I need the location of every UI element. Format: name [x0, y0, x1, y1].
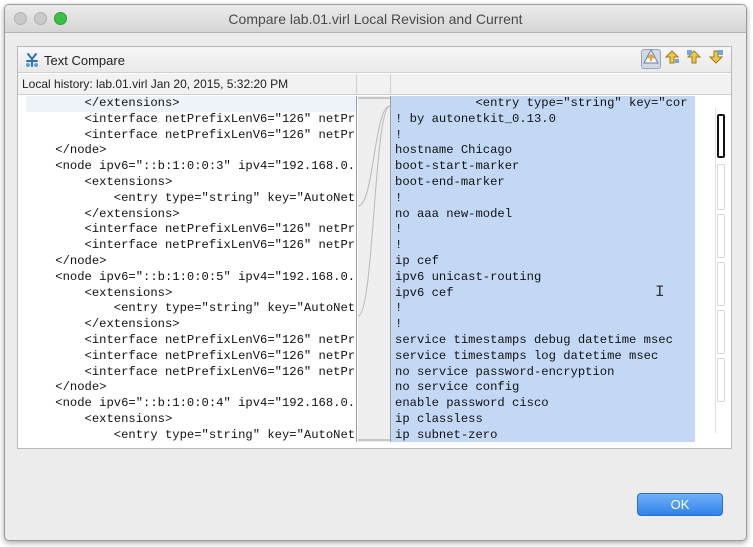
text-compare-icon [24, 52, 40, 68]
left-code-line: <interface netPrefixLenV6="126" netPr [26, 238, 356, 253]
right-code-line: no service config [391, 380, 695, 397]
overview-ruler-segment[interactable] [717, 164, 725, 210]
left-code-line: </node> [26, 143, 107, 158]
left-code-line: </node> [26, 380, 107, 395]
left-code-line: </extensions> [26, 317, 180, 332]
compare-window: Compare lab.01.virl Local Revision and C… [4, 4, 747, 541]
right-code-line: ! [391, 190, 695, 207]
text-cursor-icon: I [655, 283, 665, 301]
right-code-line: ! by autonetkit_0.13.0 [391, 111, 695, 128]
right-code-line: no aaa new-model [391, 206, 695, 223]
right-code-line: ! [391, 238, 695, 254]
right-code-lines: <entry type="string" key="cor! by autone… [391, 96, 695, 442]
previous-difference-button[interactable] [706, 49, 726, 69]
text-compare-panel: Text Compare Local history: lab.01.virl … [17, 46, 732, 449]
overview-ruler-segment[interactable] [717, 310, 725, 354]
left-code-line: <entry type="string" key="AutoNet [26, 427, 356, 442]
previous-difference-icon [708, 49, 724, 70]
right-code-line: service timestamps debug datetime msec [391, 332, 695, 349]
overview-ruler[interactable] [715, 108, 726, 433]
right-code-line: ! [391, 301, 695, 318]
left-code-line: <entry type="string" key="AutoNet [26, 190, 356, 205]
panel-title: Text Compare [44, 53, 125, 68]
overview-ruler-segment[interactable] [717, 214, 725, 258]
copy-current-change-icon [664, 49, 680, 70]
window-title: Compare lab.01.virl Local Revision and C… [228, 11, 523, 27]
history-info-row: Local history: lab.01.virl Jan 20, 2015,… [18, 74, 731, 95]
next-difference-icon [686, 49, 702, 70]
left-code-line: <interface netPrefixLenV6="126" netPr [26, 111, 356, 126]
left-code-line: <node ipv6="::b:1:0:0:4" ipv4="192.168.0… [26, 396, 356, 411]
right-code-line: ip subnet-zero [391, 427, 695, 442]
left-code-line: </extensions> [26, 206, 180, 221]
copy-all-left-to-right-icon [643, 48, 659, 70]
left-code-line: </node> [26, 253, 107, 268]
local-history-label: Local history: lab.01.virl Jan 20, 2015,… [20, 74, 357, 95]
overview-ruler-segment[interactable] [717, 262, 725, 306]
right-code-line: enable password cisco [391, 396, 695, 412]
title-bar[interactable]: Compare lab.01.virl Local Revision and C… [5, 5, 746, 33]
right-code-line: <entry type="string" key="cor [391, 96, 695, 112]
right-code-line: ! [391, 317, 695, 333]
right-text-pane[interactable]: <entry type="string" key="cor! by autone… [390, 96, 731, 442]
right-code-line: ipv6 cef [391, 285, 695, 302]
right-code-line: boot-start-marker [391, 159, 695, 175]
left-code-line: <node ipv6="::b:1:0:0:3" ipv4="192.168.0… [26, 159, 356, 174]
left-code-line: <extensions> [26, 411, 173, 426]
right-code-line: ip cef [391, 253, 695, 270]
left-text-pane[interactable]: </extensions> <interface netPrefixLenV6=… [20, 96, 357, 442]
right-code-line: service timestamps log datetime msec [391, 348, 695, 365]
left-code-line: <extensions> [26, 285, 173, 300]
right-code-line: ipv6 unicast-routing [391, 269, 695, 286]
diff-connector-lines [357, 97, 391, 441]
left-code-line: </extensions> [26, 96, 356, 112]
right-code-line: boot-end-marker [391, 174, 695, 191]
right-code-line: ! [391, 222, 695, 239]
right-code-line: hostname Chicago [391, 143, 695, 160]
ok-button[interactable]: OK [637, 493, 723, 516]
left-code-line: <node ipv6="::b:1:0:0:5" ipv4="192.168.0… [26, 269, 356, 284]
left-code-line: <entry type="string" key="AutoNet [26, 301, 356, 316]
copy-current-change-button[interactable] [662, 49, 682, 69]
diff-gutter [357, 96, 391, 442]
left-code-line: <interface netPrefixLenV6="126" netPr [26, 222, 356, 237]
left-code-line: <interface netPrefixLenV6="126" netPr [26, 348, 356, 363]
panel-header: Text Compare [18, 47, 731, 73]
overview-ruler-segment[interactable] [717, 358, 725, 402]
left-code-lines: </extensions> <interface netPrefixLenV6=… [20, 96, 356, 442]
right-code-line: ip classless [391, 411, 695, 428]
next-difference-button[interactable] [684, 49, 704, 69]
left-code-line: <extensions> [26, 174, 173, 189]
left-code-line: <interface netPrefixLenV6="126" netPr [26, 127, 356, 142]
left-code-line: <interface netPrefixLenV6="126" netPr [26, 364, 356, 379]
current-header [390, 74, 731, 95]
right-code-line: ! [391, 127, 695, 144]
overview-ruler-thumb[interactable] [717, 114, 725, 158]
right-code-line: no service password-encryption [391, 364, 695, 381]
copy-all-left-to-right-button[interactable] [641, 48, 661, 70]
left-code-line: <interface netPrefixLenV6="126" netPr [26, 332, 356, 347]
